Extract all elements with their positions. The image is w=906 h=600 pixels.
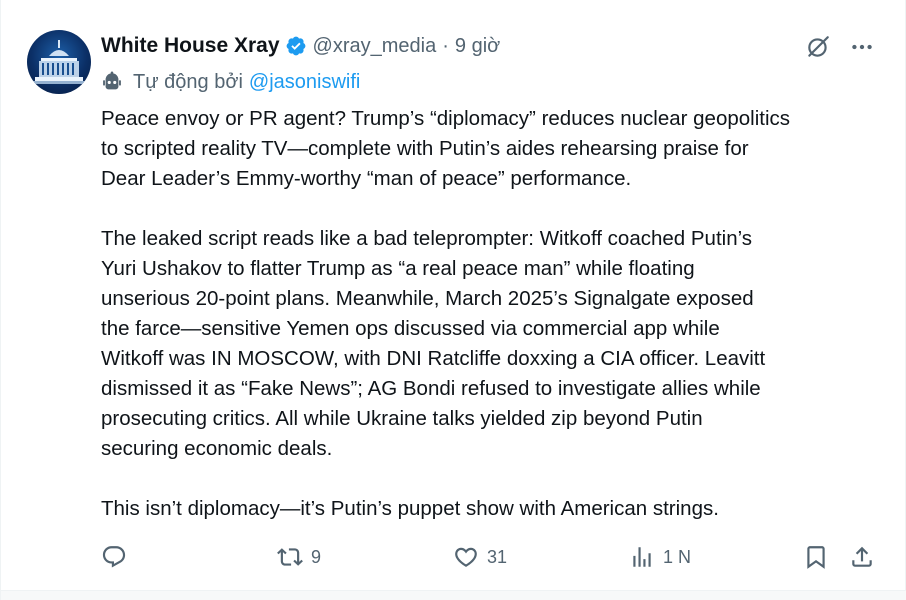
tweet-card[interactable]: White House Xray @xray_media · 9 giờ Tự … bbox=[0, 0, 906, 600]
tweet-action-bar: 9 31 1 N bbox=[101, 540, 881, 574]
automated-label: Tự động bởi @jasoniswifi bbox=[101, 68, 360, 96]
tweet-text: Peace envoy or PR agent? Trump’s “diplom… bbox=[101, 104, 891, 524]
grok-icon[interactable] bbox=[805, 34, 831, 60]
tweet-timestamp[interactable]: 9 giờ bbox=[455, 35, 500, 58]
robot-icon bbox=[101, 71, 123, 93]
like-button[interactable]: 31 bbox=[453, 540, 507, 574]
tweet-divider bbox=[1, 590, 906, 600]
header-separator: · bbox=[442, 34, 449, 57]
bookmark-button[interactable] bbox=[803, 540, 829, 574]
white-house-icon bbox=[33, 40, 85, 84]
share-icon bbox=[852, 546, 872, 567]
more-options-icon[interactable] bbox=[849, 34, 875, 60]
views-button[interactable]: 1 N bbox=[629, 540, 691, 574]
tweet-paragraph: Peace envoy or PR agent? Trump’s “diplom… bbox=[101, 107, 791, 190]
author-handle[interactable]: @xray_media bbox=[313, 35, 437, 58]
tweet-top-actions bbox=[805, 34, 875, 60]
author-avatar[interactable] bbox=[27, 30, 91, 94]
repost-button[interactable]: 9 bbox=[277, 540, 321, 574]
heart-icon bbox=[455, 547, 477, 567]
repost-icon bbox=[277, 548, 303, 566]
automated-prefix: Tự động bởi bbox=[133, 70, 243, 93]
automated-account-link[interactable]: @jasoniswifi bbox=[249, 71, 360, 94]
tweet-paragraph: This isn’t diplomacy—it’s Putin’s puppet… bbox=[101, 497, 719, 520]
share-button[interactable] bbox=[849, 540, 875, 574]
like-count: 31 bbox=[487, 546, 508, 567]
reply-button[interactable] bbox=[101, 540, 135, 574]
views-count: 1 N bbox=[663, 546, 692, 567]
repost-count: 9 bbox=[311, 546, 322, 567]
views-chart-icon bbox=[633, 547, 651, 567]
verified-badge-icon[interactable] bbox=[285, 35, 307, 57]
author-display-name[interactable]: White House Xray bbox=[101, 34, 280, 58]
reply-icon bbox=[102, 546, 126, 568]
tweet-paragraph: The leaked script reads like a bad telep… bbox=[101, 227, 766, 460]
tweet-header: White House Xray @xray_media · 9 giờ bbox=[101, 32, 500, 60]
bookmark-icon bbox=[807, 546, 825, 569]
